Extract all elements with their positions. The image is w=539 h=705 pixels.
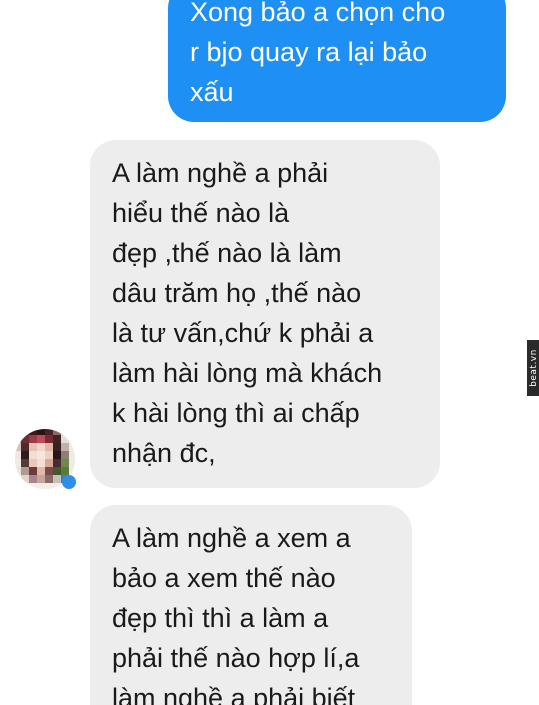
incoming-message-bubble[interactable]: A làm nghề a xem a bảo a xem thế nào đẹp… bbox=[90, 505, 412, 705]
avatar[interactable] bbox=[13, 427, 77, 491]
outgoing-message-bubble[interactable]: Xong bảo a chọn cho r bjo quay ra lại bả… bbox=[168, 0, 506, 122]
watermark: beat.vn bbox=[527, 340, 539, 396]
incoming-message-bubble[interactable]: A làm nghề a phải hiểu thế nào là đẹp ,t… bbox=[90, 140, 440, 488]
blurred-avatar-icon bbox=[15, 429, 76, 489]
messenger-badge-icon bbox=[62, 475, 76, 489]
chat-screen: Xong bảo a chọn cho r bjo quay ra lại bả… bbox=[0, 0, 539, 705]
watermark-text: beat.vn bbox=[529, 349, 539, 387]
